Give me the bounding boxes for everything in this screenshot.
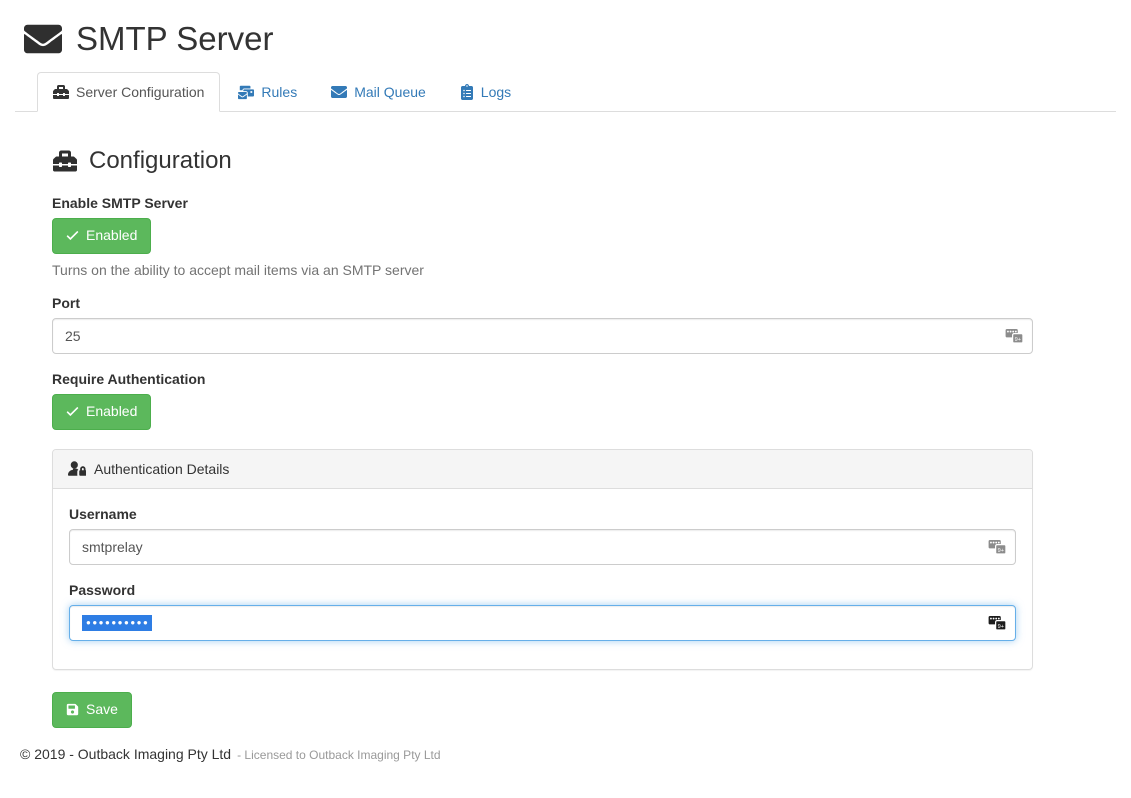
enable-smtp-label: Enable SMTP Server xyxy=(52,195,1033,211)
auth-details-panel-body: Username 9+ Password ●●●●●●●●●● xyxy=(53,489,1032,669)
save-button[interactable]: Save xyxy=(52,692,132,728)
enable-smtp-help-text: Turns on the ability to accept mail item… xyxy=(52,262,1033,278)
password-selected-text: ●●●●●●●●●● xyxy=(82,615,152,631)
tab-label: Rules xyxy=(261,84,297,100)
password-input-wrap: ●●●●●●●●●● 9+ xyxy=(69,605,1016,641)
enable-smtp-toggle-button[interactable]: Enabled xyxy=(52,218,151,254)
enable-smtp-group: Enable SMTP Server Enabled Turns on the … xyxy=(52,195,1033,278)
require-auth-label: Require Authentication xyxy=(52,371,1033,387)
main-container: SMTP Server Server Configuration Rules xyxy=(0,20,1131,792)
password-input[interactable]: ●●●●●●●●●● xyxy=(69,605,1016,641)
page-header: SMTP Server xyxy=(15,20,1116,58)
tab-label: Server Configuration xyxy=(76,84,204,100)
password-group: Password ●●●●●●●●●● 9+ xyxy=(69,582,1016,641)
svg-text:9+: 9+ xyxy=(998,548,1004,554)
save-button-label: Save xyxy=(86,700,118,720)
footer: © 2019 - Outback Imaging Pty Ltd - Licen… xyxy=(15,746,1116,792)
require-auth-toggle-label: Enabled xyxy=(86,402,137,422)
auth-details-panel-heading: Authentication Details xyxy=(53,450,1032,489)
envelope-icon xyxy=(22,20,64,58)
tab-label: Mail Queue xyxy=(354,84,426,100)
require-auth-toggle-button[interactable]: Enabled xyxy=(52,394,151,430)
keyboard-icon[interactable]: 9+ xyxy=(1005,328,1024,343)
footer-license: - Licensed to Outback Imaging Pty Ltd xyxy=(237,748,440,762)
username-label: Username xyxy=(69,506,1016,522)
port-input[interactable] xyxy=(52,318,1033,354)
svg-text:9+: 9+ xyxy=(998,624,1004,630)
auth-details-panel: Authentication Details Username 9+ P xyxy=(52,449,1033,670)
tab-logs[interactable]: Logs xyxy=(444,72,527,112)
toolbox-icon xyxy=(53,84,69,100)
user-lock-icon xyxy=(68,461,86,476)
tab-pane-server-configuration: Configuration Enable SMTP Server Enabled… xyxy=(15,112,1116,728)
mail-bulk-icon xyxy=(238,84,254,100)
clipboard-list-icon xyxy=(460,84,474,100)
keyboard-icon[interactable]: 9+ xyxy=(988,539,1007,554)
port-label: Port xyxy=(52,295,1033,311)
username-group: Username 9+ xyxy=(69,506,1016,565)
check-icon xyxy=(66,405,79,418)
envelope-icon xyxy=(331,84,347,100)
tab-rules[interactable]: Rules xyxy=(222,72,313,112)
tab-bar: Server Configuration Rules Mail Queue xyxy=(15,72,1116,112)
keyboard-icon[interactable]: 9+ xyxy=(988,615,1007,630)
tab-server-configuration[interactable]: Server Configuration xyxy=(37,72,220,112)
configuration-heading: Configuration xyxy=(52,147,1116,175)
save-icon xyxy=(66,703,79,716)
username-input-wrap: 9+ xyxy=(69,529,1016,565)
auth-details-panel-title: Authentication Details xyxy=(94,461,229,477)
toolbox-icon xyxy=(52,149,78,173)
tab-label: Logs xyxy=(481,84,511,100)
configuration-form: Enable SMTP Server Enabled Turns on the … xyxy=(52,195,1033,728)
tab-mail-queue[interactable]: Mail Queue xyxy=(315,72,442,112)
save-row: Save xyxy=(52,692,1033,728)
configuration-heading-label: Configuration xyxy=(89,147,232,175)
require-auth-group: Require Authentication Enabled xyxy=(52,371,1033,430)
username-input[interactable] xyxy=(69,529,1016,565)
footer-copyright: © 2019 - Outback Imaging Pty Ltd xyxy=(20,746,231,762)
port-group: Port 9+ xyxy=(52,295,1033,354)
svg-text:9+: 9+ xyxy=(1015,337,1021,343)
port-input-wrap: 9+ xyxy=(52,318,1033,354)
check-icon xyxy=(66,229,79,242)
enable-smtp-toggle-label: Enabled xyxy=(86,226,137,246)
page-title: SMTP Server xyxy=(76,21,273,57)
password-label: Password xyxy=(69,582,1016,598)
